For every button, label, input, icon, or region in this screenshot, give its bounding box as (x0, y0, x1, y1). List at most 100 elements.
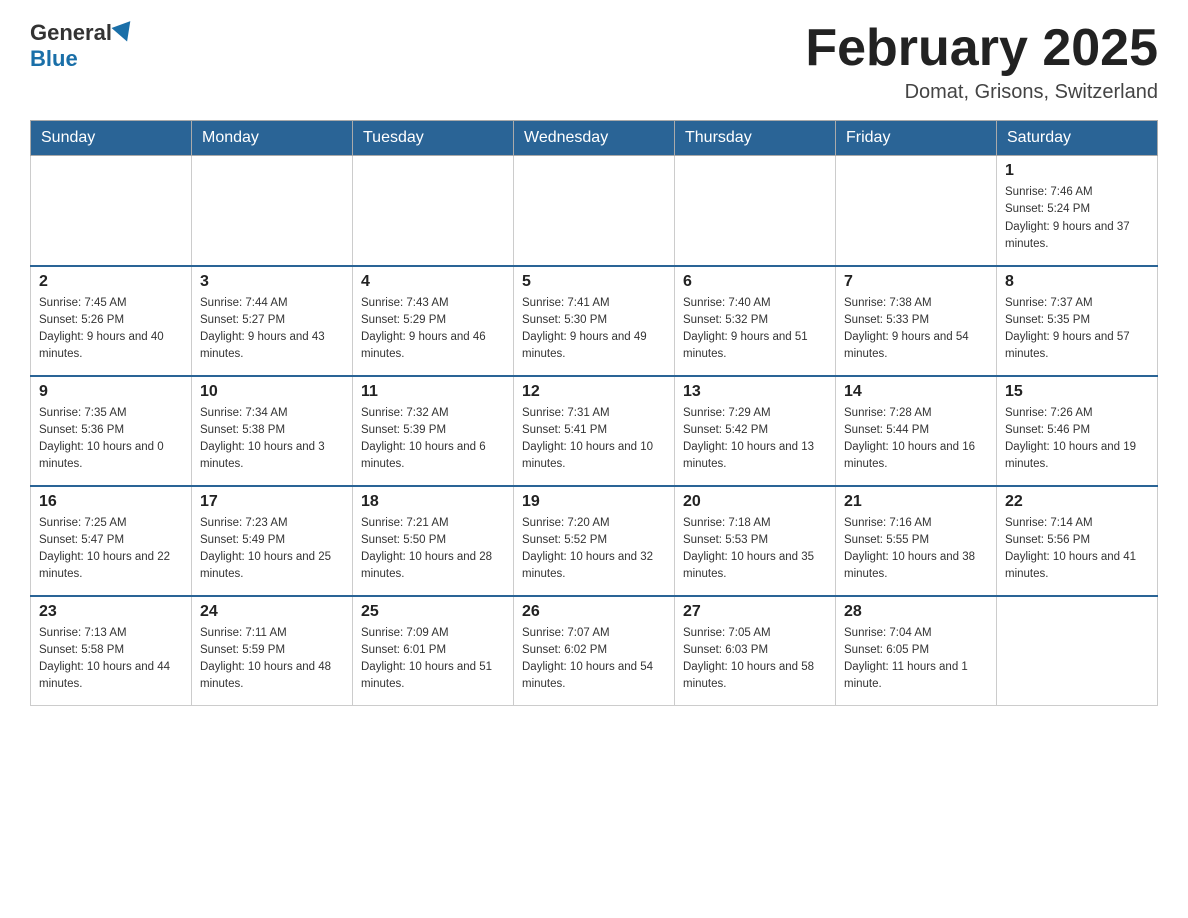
calendar-cell: 18 Sunrise: 7:21 AM Sunset: 5:50 PM Dayli… (353, 486, 514, 596)
calendar-cell (836, 156, 997, 266)
header-friday: Friday (836, 121, 997, 156)
day-number: 25 (361, 603, 505, 621)
day-info: Sunrise: 7:29 AM Sunset: 5:42 PM Dayligh… (683, 405, 827, 474)
calendar-cell (192, 156, 353, 266)
calendar-cell: 6 Sunrise: 7:40 AM Sunset: 5:32 PM Daylig… (675, 266, 836, 376)
calendar-cell: 7 Sunrise: 7:38 AM Sunset: 5:33 PM Daylig… (836, 266, 997, 376)
day-info: Sunrise: 7:38 AM Sunset: 5:33 PM Dayligh… (844, 295, 988, 364)
day-info: Sunrise: 7:05 AM Sunset: 6:03 PM Dayligh… (683, 625, 827, 694)
calendar-cell: 10 Sunrise: 7:34 AM Sunset: 5:38 PM Dayli… (192, 376, 353, 486)
day-info: Sunrise: 7:25 AM Sunset: 5:47 PM Dayligh… (39, 515, 183, 584)
logo-triangle-icon (111, 21, 136, 45)
day-info: Sunrise: 7:18 AM Sunset: 5:53 PM Dayligh… (683, 515, 827, 584)
calendar-cell (675, 156, 836, 266)
day-info: Sunrise: 7:11 AM Sunset: 5:59 PM Dayligh… (200, 625, 344, 694)
calendar-cell: 9Sunrise: 7:35 AM Sunset: 5:36 PM Daylig… (31, 376, 192, 486)
day-number: 15 (1005, 383, 1149, 401)
header-monday: Monday (192, 121, 353, 156)
calendar-cell: 4 Sunrise: 7:43 AM Sunset: 5:29 PM Daylig… (353, 266, 514, 376)
day-number: 2 (39, 273, 183, 291)
header-saturday: Saturday (997, 121, 1158, 156)
calendar-cell: 26 Sunrise: 7:07 AM Sunset: 6:02 PM Dayli… (514, 596, 675, 706)
calendar-cell: 19 Sunrise: 7:20 AM Sunset: 5:52 PM Dayli… (514, 486, 675, 596)
day-info: Sunrise: 7:37 AM Sunset: 5:35 PM Dayligh… (1005, 295, 1149, 364)
header-wednesday: Wednesday (514, 121, 675, 156)
day-number: 24 (200, 603, 344, 621)
calendar-cell (514, 156, 675, 266)
day-info: Sunrise: 7:07 AM Sunset: 6:02 PM Dayligh… (522, 625, 666, 694)
calendar-cell: 28 Sunrise: 7:04 AM Sunset: 6:05 PM Dayli… (836, 596, 997, 706)
calendar-cell: 17Sunrise: 7:23 AM Sunset: 5:49 PM Dayli… (192, 486, 353, 596)
day-info: Sunrise: 7:31 AM Sunset: 5:41 PM Dayligh… (522, 405, 666, 474)
logo-general-text: General (30, 20, 112, 46)
day-info: Sunrise: 7:46 AM Sunset: 5:24 PM Dayligh… (1005, 184, 1149, 253)
weekday-header-row: Sunday Monday Tuesday Wednesday Thursday… (31, 121, 1158, 156)
day-info: Sunrise: 7:16 AM Sunset: 5:55 PM Dayligh… (844, 515, 988, 584)
day-number: 26 (522, 603, 666, 621)
day-number: 23 (39, 603, 183, 621)
calendar-cell: 12Sunrise: 7:31 AM Sunset: 5:41 PM Dayli… (514, 376, 675, 486)
calendar-cell: 1 Sunrise: 7:46 AM Sunset: 5:24 PM Daylig… (997, 156, 1158, 266)
day-info: Sunrise: 7:28 AM Sunset: 5:44 PM Dayligh… (844, 405, 988, 474)
day-info: Sunrise: 7:44 AM Sunset: 5:27 PM Dayligh… (200, 295, 344, 364)
calendar-cell: 20 Sunrise: 7:18 AM Sunset: 5:53 PM Dayli… (675, 486, 836, 596)
header-thursday: Thursday (675, 121, 836, 156)
page-header: General Blue February 2025 Domat, Grison… (30, 20, 1158, 104)
day-info: Sunrise: 7:21 AM Sunset: 5:50 PM Dayligh… (361, 515, 505, 584)
calendar-cell: 24 Sunrise: 7:11 AM Sunset: 5:59 PM Dayli… (192, 596, 353, 706)
day-number: 4 (361, 273, 505, 291)
month-title: February 2025 (805, 20, 1158, 77)
calendar-cell: 21 Sunrise: 7:16 AM Sunset: 5:55 PM Dayli… (836, 486, 997, 596)
calendar-cell: 27 Sunrise: 7:05 AM Sunset: 6:03 PM Dayli… (675, 596, 836, 706)
header-tuesday: Tuesday (353, 121, 514, 156)
day-number: 28 (844, 603, 988, 621)
calendar-cell: 13Sunrise: 7:29 AM Sunset: 5:42 PM Dayli… (675, 376, 836, 486)
calendar-cell: 25 Sunrise: 7:09 AM Sunset: 6:01 PM Dayli… (353, 596, 514, 706)
day-number: 8 (1005, 273, 1149, 291)
calendar-cell: 11 Sunrise: 7:32 AM Sunset: 5:39 PM Dayli… (353, 376, 514, 486)
logo: General Blue (30, 20, 136, 72)
day-number: 6 (683, 273, 827, 291)
calendar-cell (997, 596, 1158, 706)
day-number: 1 (1005, 162, 1149, 180)
calendar-cell (353, 156, 514, 266)
day-number: 7 (844, 273, 988, 291)
day-info: Sunrise: 7:04 AM Sunset: 6:05 PM Dayligh… (844, 625, 988, 694)
header-sunday: Sunday (31, 121, 192, 156)
day-info: Sunrise: 7:13 AM Sunset: 5:58 PM Dayligh… (39, 625, 183, 694)
day-number: 22 (1005, 493, 1149, 511)
day-number: 27 (683, 603, 827, 621)
title-block: February 2025 Domat, Grisons, Switzerlan… (805, 20, 1158, 104)
day-info: Sunrise: 7:26 AM Sunset: 5:46 PM Dayligh… (1005, 405, 1149, 474)
day-info: Sunrise: 7:23 AM Sunset: 5:49 PM Dayligh… (200, 515, 344, 584)
day-number: 19 (522, 493, 666, 511)
day-number: 10 (200, 383, 344, 401)
calendar-cell: 14 Sunrise: 7:28 AM Sunset: 5:44 PM Dayli… (836, 376, 997, 486)
day-number: 3 (200, 273, 344, 291)
logo-blue-text: Blue (30, 46, 78, 72)
day-info: Sunrise: 7:35 AM Sunset: 5:36 PM Dayligh… (39, 405, 183, 474)
day-info: Sunrise: 7:43 AM Sunset: 5:29 PM Dayligh… (361, 295, 505, 364)
day-number: 21 (844, 493, 988, 511)
calendar-cell: 16 Sunrise: 7:25 AM Sunset: 5:47 PM Dayli… (31, 486, 192, 596)
day-info: Sunrise: 7:20 AM Sunset: 5:52 PM Dayligh… (522, 515, 666, 584)
day-info: Sunrise: 7:34 AM Sunset: 5:38 PM Dayligh… (200, 405, 344, 474)
day-info: Sunrise: 7:45 AM Sunset: 5:26 PM Dayligh… (39, 295, 183, 364)
calendar-cell: 23 Sunrise: 7:13 AM Sunset: 5:58 PM Dayli… (31, 596, 192, 706)
calendar-cell: 8 Sunrise: 7:37 AM Sunset: 5:35 PM Daylig… (997, 266, 1158, 376)
day-number: 14 (844, 383, 988, 401)
day-info: Sunrise: 7:41 AM Sunset: 5:30 PM Dayligh… (522, 295, 666, 364)
calendar-cell: 15 Sunrise: 7:26 AM Sunset: 5:46 PM Dayli… (997, 376, 1158, 486)
day-number: 16 (39, 493, 183, 511)
day-info: Sunrise: 7:14 AM Sunset: 5:56 PM Dayligh… (1005, 515, 1149, 584)
location-text: Domat, Grisons, Switzerland (805, 81, 1158, 104)
day-info: Sunrise: 7:32 AM Sunset: 5:39 PM Dayligh… (361, 405, 505, 474)
calendar-cell: 22 Sunrise: 7:14 AM Sunset: 5:56 PM Dayli… (997, 486, 1158, 596)
day-info: Sunrise: 7:40 AM Sunset: 5:32 PM Dayligh… (683, 295, 827, 364)
day-info: Sunrise: 7:09 AM Sunset: 6:01 PM Dayligh… (361, 625, 505, 694)
day-number: 18 (361, 493, 505, 511)
calendar-table: Sunday Monday Tuesday Wednesday Thursday… (30, 120, 1158, 706)
day-number: 11 (361, 383, 505, 401)
day-number: 20 (683, 493, 827, 511)
calendar-cell: 2 Sunrise: 7:45 AM Sunset: 5:26 PM Daylig… (31, 266, 192, 376)
